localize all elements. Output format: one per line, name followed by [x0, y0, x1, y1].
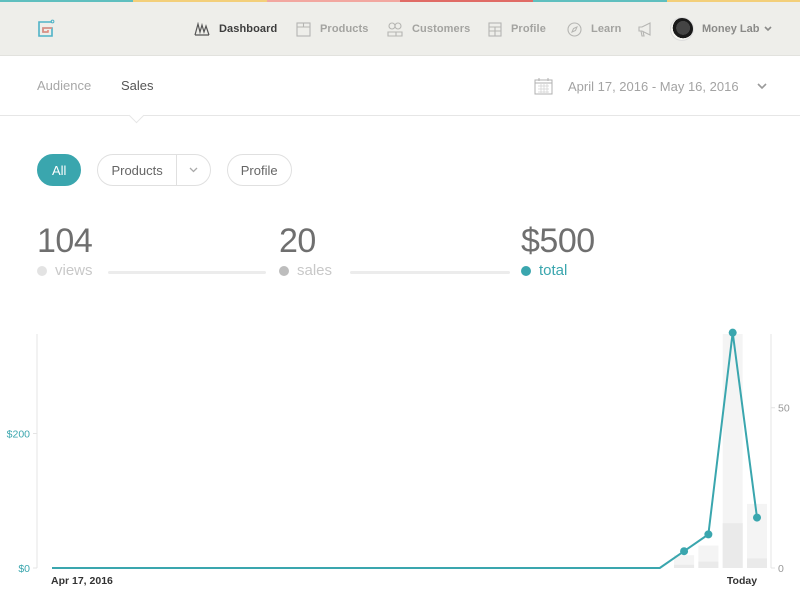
y-left-tick-label: $200 — [7, 429, 31, 441]
avatar[interactable] — [670, 17, 694, 41]
total-point — [680, 547, 689, 556]
sales-legend-dot — [279, 265, 289, 276]
divider — [350, 271, 510, 274]
y-right-tick-label: 50 — [778, 403, 790, 415]
stat-views-label: views — [55, 262, 93, 279]
chevron-down-icon — [189, 167, 198, 173]
gumroad-logo-icon[interactable] — [36, 19, 56, 39]
stat-sales-value: 20 — [279, 222, 316, 260]
filter-all-label: All — [52, 162, 67, 178]
filter-products-toggle[interactable] — [177, 155, 210, 185]
filter-bar: All Products Profile — [37, 154, 308, 186]
divider — [108, 271, 266, 274]
filter-products-dropdown[interactable]: Products — [97, 154, 211, 186]
users-icon — [387, 21, 403, 37]
sales-bar — [674, 564, 695, 568]
sales-bar — [747, 558, 767, 568]
filter-profile-label: Profile — [240, 162, 278, 178]
nav-customers-label: Customers — [412, 23, 471, 35]
nav-dashboard[interactable]: Dashboard — [194, 19, 277, 39]
stat-views: 104 views — [37, 222, 267, 279]
total-point — [728, 328, 737, 337]
filter-profile-button[interactable]: Profile — [226, 154, 292, 186]
nav-customers[interactable]: Customers — [387, 19, 470, 39]
calendar-icon — [534, 78, 553, 95]
sales-chart: $0 $200 0 50 Apr 17, 2016 Today — [7, 328, 790, 587]
stat-total-value: $500 — [521, 222, 595, 260]
stat-sales: 20 sales — [279, 222, 511, 279]
chevron-down-icon — [756, 82, 767, 89]
layout-icon — [488, 21, 502, 37]
nav-learn[interactable]: Learn — [567, 19, 621, 39]
filter-all-button[interactable]: All — [37, 154, 82, 186]
active-tab-indicator — [128, 107, 145, 124]
nav-products-label: Products — [320, 23, 369, 35]
chevron-down-icon — [764, 26, 773, 32]
stat-sales-label: sales — [297, 262, 333, 279]
compass-icon — [567, 21, 582, 37]
y-left-tick-label: $0 — [18, 563, 30, 575]
total-point — [704, 530, 713, 539]
total-line — [52, 331, 758, 569]
stat-views-value: 104 — [37, 222, 93, 260]
account-menu[interactable]: Money Lab — [702, 19, 773, 39]
account-name: Money Lab — [702, 23, 760, 35]
filter-products-label[interactable]: Products — [98, 155, 177, 185]
sub-navigation: Audience Sales April 17, 2016 - May 16, … — [0, 56, 800, 124]
box-icon — [296, 21, 311, 37]
tab-audience[interactable]: Audience — [37, 78, 91, 93]
date-range-label: April 17, 2016 - May 16, 2016 — [568, 78, 739, 94]
nav-dashboard-label: Dashboard — [219, 23, 278, 35]
top-navbar: Dashboard Products Customers Profile Lea… — [0, 2, 800, 56]
total-point — [753, 513, 761, 522]
megaphone-icon[interactable] — [637, 22, 653, 37]
total-legend-dot — [521, 265, 531, 276]
date-range-picker[interactable]: April 17, 2016 - May 16, 2016 — [534, 76, 767, 96]
y-right-tick-label: 0 — [778, 563, 784, 575]
nav-learn-label: Learn — [591, 23, 622, 35]
stat-total-label: total — [539, 262, 568, 279]
x-tick-label-end: Today — [727, 575, 757, 587]
sales-bar — [722, 523, 743, 568]
x-tick-label-start: Apr 17, 2016 — [51, 575, 113, 587]
views-legend-dot — [37, 265, 47, 276]
stat-total: $500 total — [521, 222, 595, 279]
nav-profile-label: Profile — [511, 23, 546, 35]
sales-bar — [698, 561, 719, 568]
nav-products[interactable]: Products — [296, 19, 368, 39]
tab-sales[interactable]: Sales — [121, 78, 154, 93]
nav-profile[interactable]: Profile — [488, 19, 546, 39]
dashboard-icon — [194, 22, 210, 36]
